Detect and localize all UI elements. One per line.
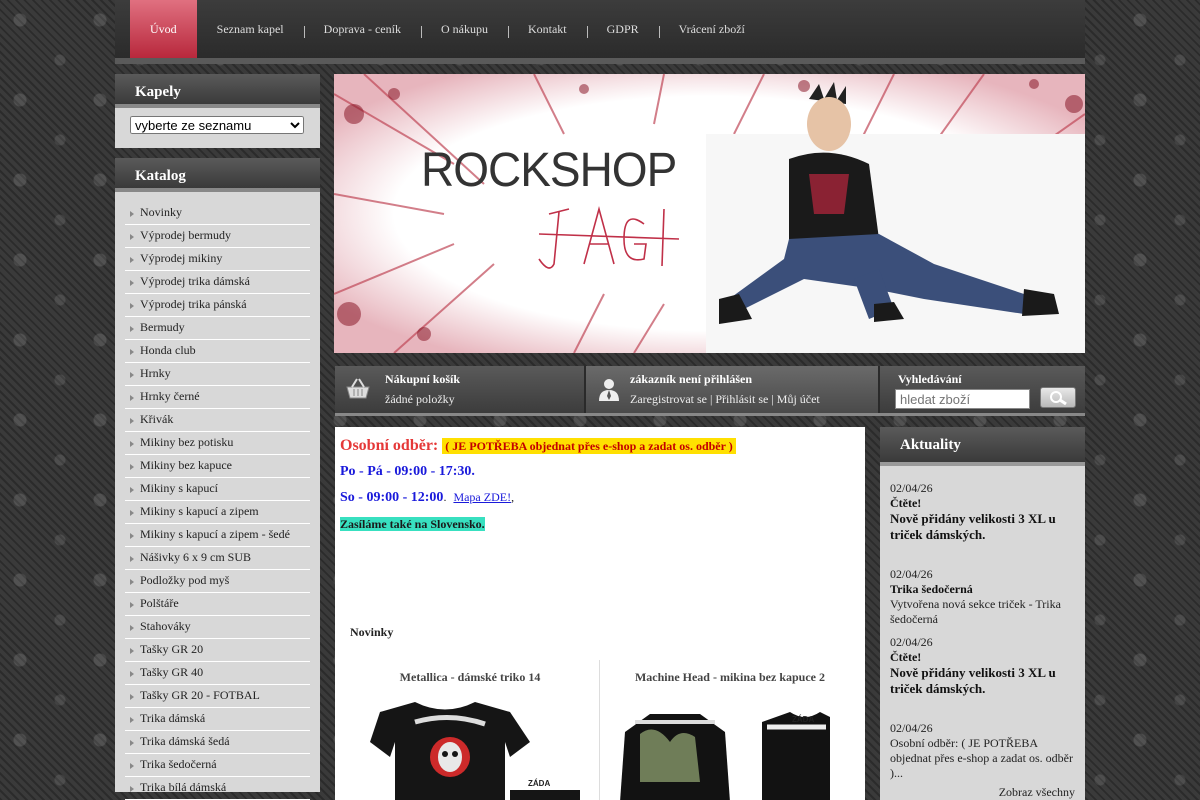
news-date: 02/04/26 xyxy=(890,635,933,649)
shopping-basket[interactable]: Nákupní košík žádné položky xyxy=(335,366,584,413)
catalog-item[interactable]: Hrnky xyxy=(125,363,310,386)
catalog-item[interactable]: Trika dámská xyxy=(125,708,310,731)
banner-splatter-art xyxy=(334,74,1085,353)
top-navigation: Úvod Seznam kapel Doprava - ceník O náku… xyxy=(115,0,1085,64)
product-name[interactable]: Machine Head - mikina bez kapuce 2 xyxy=(600,670,860,685)
nav-item-doprava-cenik[interactable]: Doprava - ceník xyxy=(303,0,421,58)
catalog-item[interactable]: Křivák xyxy=(125,409,310,432)
catalog-item[interactable]: Tašky GR 20 - FOTBAL xyxy=(125,685,310,708)
news-heading: Aktuality xyxy=(880,427,1085,466)
nav-item-uvod[interactable]: Úvod xyxy=(130,0,197,58)
account-links[interactable]: Zaregistrovat se | Přihlásit se | Můj úč… xyxy=(630,392,820,407)
catalog-item[interactable]: Mikiny s kapucí xyxy=(125,478,310,501)
news-list: 02/04/26 Čtěte! Nově přidány velikosti 3… xyxy=(880,466,1085,800)
main-content: Osobní odběr: ( JE POTŘEBA objednat přes… xyxy=(335,427,865,800)
search-button[interactable] xyxy=(1040,387,1076,408)
news-body: Nově přidány velikosti 3 XL u triček dám… xyxy=(890,665,1056,696)
nav-item-kontakt[interactable]: Kontakt xyxy=(507,0,587,58)
nav-item-o-nakupu[interactable]: O nákupu xyxy=(420,0,508,58)
news-body: Osobní odběr: ( JE POTŘEBA objednat přes… xyxy=(890,736,1073,780)
catalog-item[interactable]: Nášivky 6 x 9 cm SUB xyxy=(125,547,310,570)
news-title[interactable]: Trika šedočerná xyxy=(890,582,1075,597)
catalog-heading: Katalog xyxy=(115,158,320,192)
hours-saturday-line: So - 09:00 - 12:00. Mapa ZDE!, xyxy=(340,490,514,506)
catalog-item[interactable]: Mikiny s kapucí a zipem - šedé xyxy=(125,524,310,547)
basket-icon xyxy=(346,378,370,399)
pickup-note: ( JE POTŘEBA objednat přes e-shop a zada… xyxy=(442,438,736,454)
news-date: 02/04/26 xyxy=(890,567,933,581)
catalog-item[interactable]: Polštáře xyxy=(125,593,310,616)
catalog-item[interactable]: Trika šedočerná xyxy=(125,754,310,777)
rockshop-logo: ROCKSHOP xyxy=(421,141,677,197)
catalog-item[interactable]: Tašky GR 20 xyxy=(125,639,310,662)
catalog-item[interactable]: Výprodej mikiny xyxy=(125,248,310,271)
news-sidebar: Aktuality 02/04/26 Čtěte! Nově přidány v… xyxy=(880,427,1085,800)
catalog-item[interactable]: Podložky pod myš xyxy=(125,570,310,593)
customer-panel: zákazník není přihlášen Zaregistrovat se… xyxy=(584,366,880,413)
news-body: Vytvořena nová sekce triček - Trika šedo… xyxy=(890,597,1061,626)
catalog-item[interactable]: Výprodej bermudy xyxy=(125,225,310,248)
news-item[interactable]: 02/04/26 Čtěte! Nově přidány velikosti 3… xyxy=(890,481,1075,543)
hours-saturday-dot: . xyxy=(443,490,447,504)
bands-select-box: vyberte ze seznamu xyxy=(115,108,320,148)
user-icon xyxy=(599,379,619,401)
news-item[interactable]: 02/04/26 Trika šedočerná Vytvořena nová … xyxy=(890,567,1075,627)
catalog-item[interactable]: Mikiny bez kapuce xyxy=(125,455,310,478)
catalog-item[interactable]: Výprodej trika pánská xyxy=(125,294,310,317)
basket-title: Nákupní košík xyxy=(385,372,461,386)
basket-status: žádné položky xyxy=(385,392,455,406)
catalog-item[interactable]: Stahováky xyxy=(125,616,310,639)
novinky-heading: Novinky xyxy=(350,625,394,639)
slovakia-note: Zasíláme také na Slovensko. xyxy=(340,517,485,531)
show-all-news-link[interactable]: Zobraz všechny xyxy=(999,785,1075,800)
slovakia-line: Zasíláme také na Slovensko. xyxy=(340,517,485,532)
nav-item-seznam-kapel[interactable]: Seznam kapel xyxy=(197,0,304,58)
news-date: 02/04/26 xyxy=(890,481,933,495)
news-body: Nově přidány velikosti 3 XL u triček dám… xyxy=(890,511,1056,542)
news-date: 02/04/26 xyxy=(890,721,933,735)
catalog-item[interactable]: Mikiny bez potisku xyxy=(125,432,310,455)
news-item[interactable]: 02/04/26 Čtěte! Nově přidány velikosti 3… xyxy=(890,635,1075,697)
catalog-box: Katalog Novinky Výprodej bermudy Výprode… xyxy=(115,158,320,800)
catalog-item[interactable]: Trika bílá dámská xyxy=(125,777,310,800)
hero-banner: ROCKSHOP xyxy=(334,74,1085,353)
catalog-item[interactable]: Novinky xyxy=(125,202,310,225)
product-card[interactable]: Metallica - dámské triko 14 ZÁDA xyxy=(340,660,600,800)
map-comma: , xyxy=(511,490,515,504)
catalog-item[interactable]: Trika dámská šedá xyxy=(125,731,310,754)
catalog-item[interactable]: Bermudy xyxy=(125,317,310,340)
nav-item-vraceni-zbozi[interactable]: Vrácení zboží xyxy=(658,0,765,58)
bands-heading: Kapely xyxy=(115,74,320,108)
catalog-item[interactable]: Hrnky černé xyxy=(125,386,310,409)
info-bar: Nákupní košík žádné položky zákazník nen… xyxy=(335,366,1085,416)
catalog-item[interactable]: Tašky GR 40 xyxy=(125,662,310,685)
page-wrapper: Úvod Seznam kapel Doprava - ceník O náku… xyxy=(115,0,1085,800)
map-link[interactable]: Mapa ZDE! xyxy=(453,490,511,504)
news-title[interactable]: Čtěte! xyxy=(890,496,1075,511)
left-sidebar: Kapely vyberte ze seznamu Katalog Novink… xyxy=(115,74,320,800)
catalog-item[interactable]: Výprodej trika dámská xyxy=(125,271,310,294)
product-card[interactable]: Machine Head - mikina bez kapuce 2 ZÁDA xyxy=(600,660,860,800)
magnifier-icon xyxy=(1050,391,1067,406)
customer-status: zákazník není přihlášen xyxy=(630,372,753,386)
product-name[interactable]: Metallica - dámské triko 14 xyxy=(340,670,600,685)
back-label: ZÁDA xyxy=(792,715,815,724)
bands-select[interactable]: vyberte ze seznamu xyxy=(130,116,304,134)
hours-weekdays: Po - Pá - 09:00 - 17:30. xyxy=(340,464,475,479)
pickup-line: Osobní odběr: ( JE POTŘEBA objednat přes… xyxy=(340,437,736,455)
news-item[interactable]: 02/04/26 Osobní odběr: ( JE POTŘEBA obje… xyxy=(890,721,1075,781)
nav-item-gdpr[interactable]: GDPR xyxy=(586,0,659,58)
search-input[interactable] xyxy=(895,389,1030,409)
catalog-list: Novinky Výprodej bermudy Výprodej mikiny… xyxy=(115,192,320,800)
search-panel: Vyhledávání xyxy=(880,366,1085,413)
back-label: ZÁDA xyxy=(528,779,551,788)
catalog-item[interactable]: Honda club xyxy=(125,340,310,363)
catalog-item[interactable]: Mikiny s kapucí a zipem xyxy=(125,501,310,524)
pickup-label: Osobní odběr: xyxy=(340,437,439,454)
news-title[interactable]: Čtěte! xyxy=(890,650,1075,665)
search-title: Vyhledávání xyxy=(898,372,962,386)
hours-saturday: So - 09:00 - 12:00 xyxy=(340,490,444,505)
